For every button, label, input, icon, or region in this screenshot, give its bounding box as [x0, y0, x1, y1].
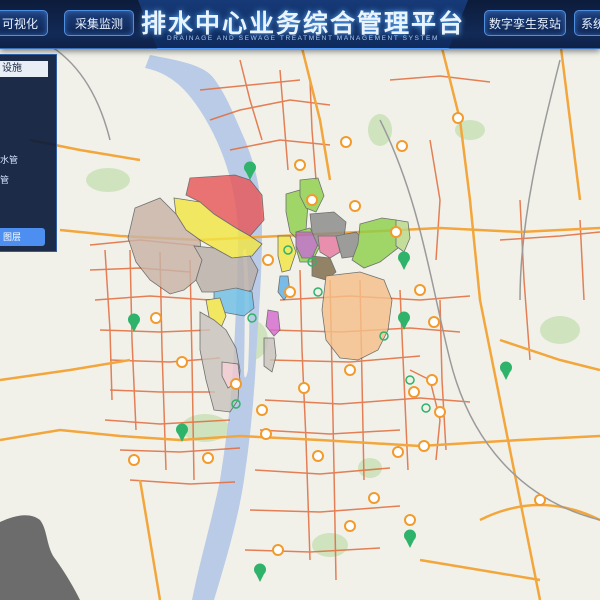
layer-button[interactable]: 图层: [0, 228, 45, 246]
page-subtitle: DRAINAGE AND SEWAGE TREATMENT MANAGEMENT…: [166, 35, 440, 42]
layer-item-pipe[interactable]: 水管: [0, 153, 18, 166]
nav-tab-visualization[interactable]: 可视化: [0, 10, 48, 36]
layer-panel-header[interactable]: 设施: [0, 61, 48, 77]
nav-tab-system[interactable]: 系统: [574, 10, 600, 36]
top-header: 排水中心业务综合管理平台 DRAINAGE AND SEWAGE TREATME…: [0, 0, 600, 50]
nav-tab-digital-twin-pump[interactable]: 数字孪生泵站: [484, 10, 566, 36]
drainage-map[interactable]: [0, 0, 600, 600]
nav-tab-data-collection[interactable]: 采集监测: [64, 10, 134, 36]
layer-item-pipe-2[interactable]: 管: [0, 173, 9, 186]
layer-panel: 设施 水管 管 图层: [0, 54, 57, 252]
